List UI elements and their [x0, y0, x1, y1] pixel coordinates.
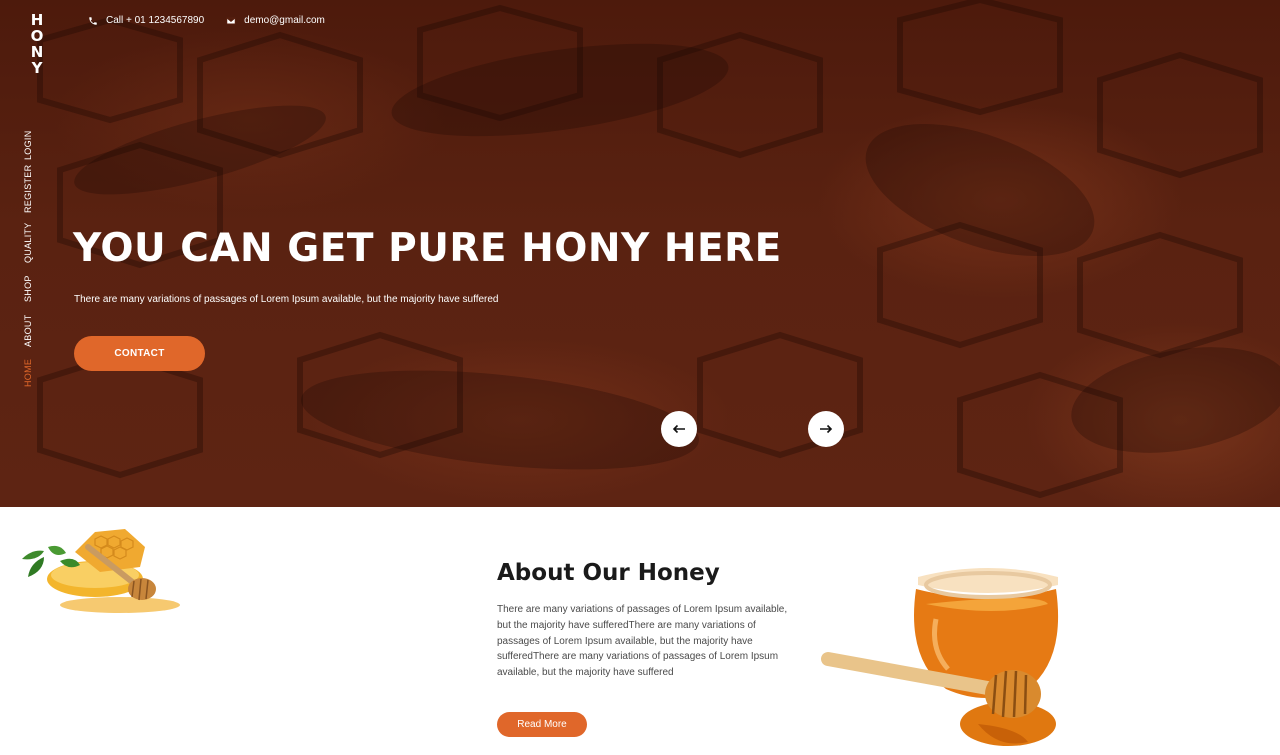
slider-next-button[interactable] — [808, 411, 844, 447]
phone-contact[interactable]: Call + 01 1234567890 — [88, 15, 204, 26]
side-navigation: LOGIN REGISTER QUALITY SHOP ABOUT HOME — [23, 120, 41, 400]
arrow-left-icon — [672, 424, 685, 434]
read-more-button[interactable]: Read More — [497, 712, 587, 737]
honey-comb-image — [22, 529, 180, 613]
brand-logo[interactable]: HONY — [28, 12, 46, 76]
about-text: There are many variations of passages of… — [497, 604, 788, 679]
nav-item-login[interactable]: LOGIN — [23, 125, 41, 165]
email-text: demo@gmail.com — [244, 15, 325, 26]
contact-topbar: Call + 01 1234567890 demo@gmail.com — [88, 15, 325, 26]
phone-icon — [89, 16, 97, 25]
hero-subtitle: There are many variations of passages of… — [74, 294, 499, 305]
slider-prev-button[interactable] — [661, 411, 697, 447]
nav-item-register[interactable]: REGISTER — [23, 165, 41, 213]
nav-item-home[interactable]: HOME — [23, 358, 41, 388]
arrow-right-icon — [820, 424, 833, 434]
phone-text: Call + 01 1234567890 — [106, 15, 205, 26]
about-section: About Our Honey There are many variation… — [0, 507, 1280, 755]
honey-jar-image — [821, 568, 1059, 746]
nav-item-quality[interactable]: QUALITY — [23, 222, 41, 264]
envelope-icon — [226, 17, 236, 24]
nav-item-about[interactable]: ABOUT — [23, 314, 41, 347]
hero-section: HONY Call + 01 1234567890 demo@gmail.com… — [0, 0, 1280, 507]
contact-button[interactable]: CONTACT — [74, 336, 205, 371]
email-contact[interactable]: demo@gmail.com — [226, 15, 325, 26]
hero-title: YOU CAN GET PURE HONY HERE — [73, 226, 782, 271]
nav-item-shop[interactable]: SHOP — [23, 274, 41, 304]
about-title: About Our Honey — [497, 560, 720, 586]
